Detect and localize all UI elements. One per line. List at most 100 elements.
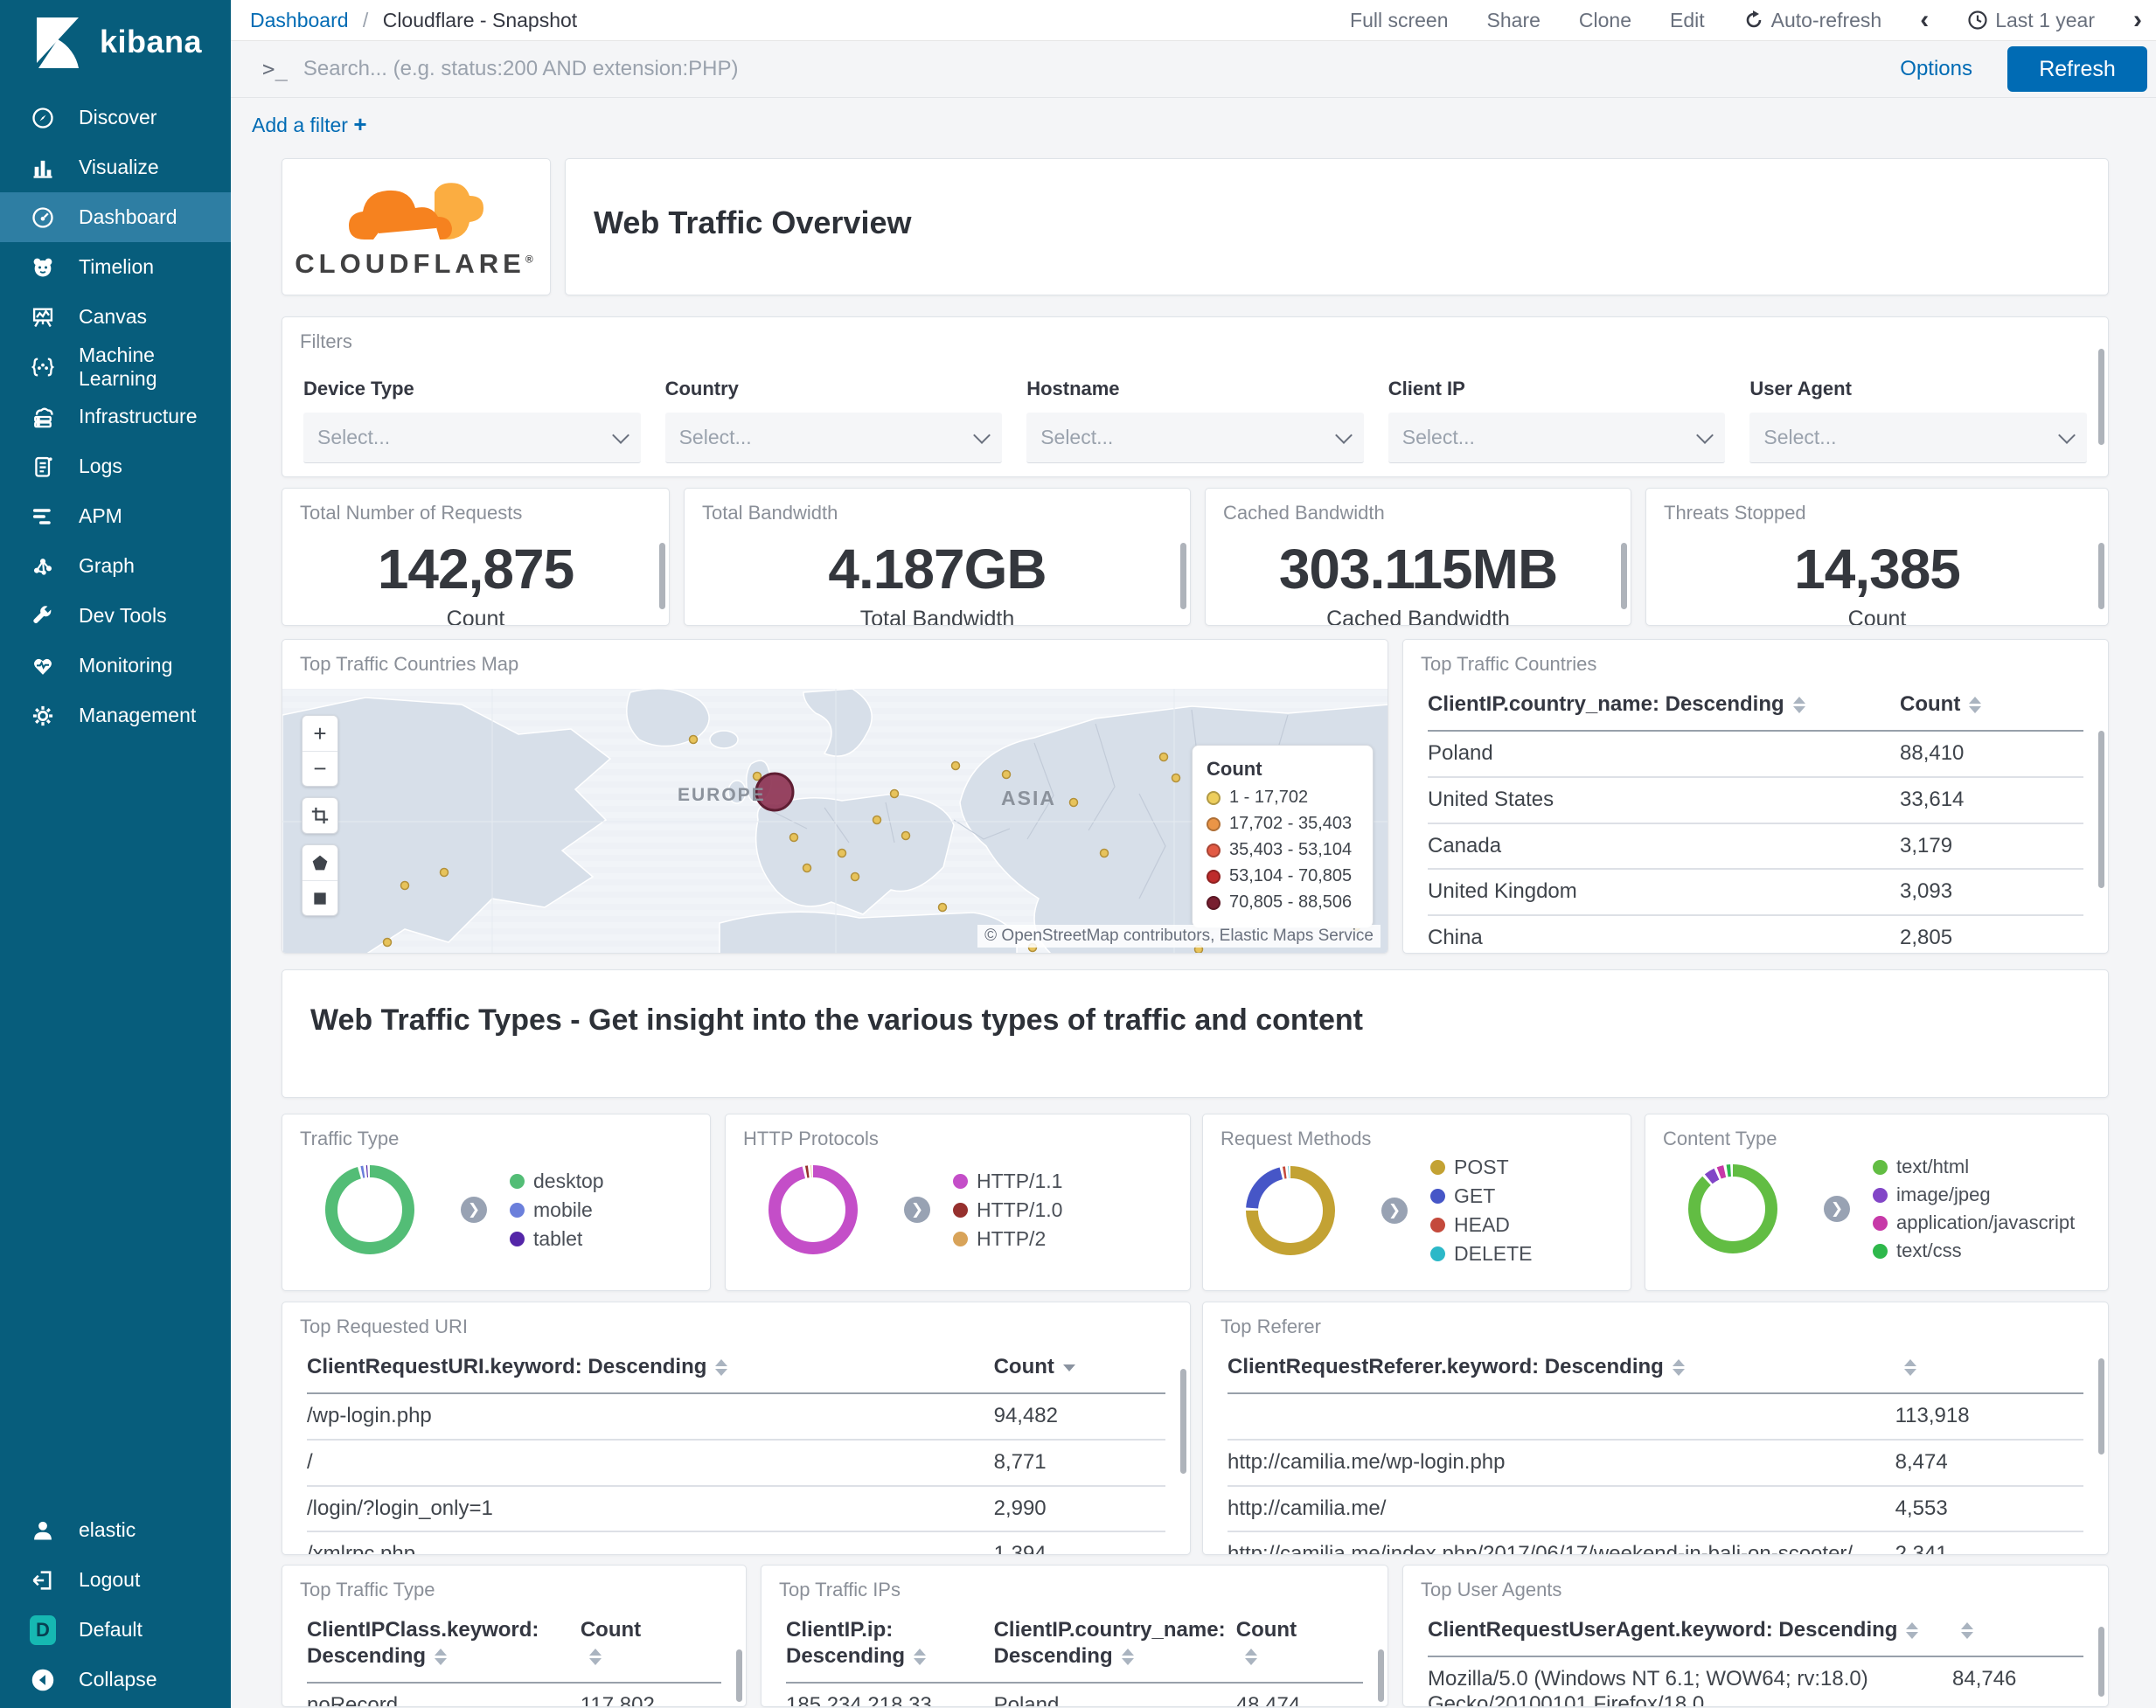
legend-item[interactable]: image/jpeg [1873,1184,2075,1206]
scrollbar-thumb[interactable] [2098,1358,2104,1455]
sidebar-item-management[interactable]: Management [0,691,231,740]
column-header[interactable]: ClientIP.country_name: Descending [993,1607,1236,1684]
filter-select[interactable]: Select... [1749,413,2087,463]
table-row[interactable]: noRecord 117,802 [307,1683,721,1706]
scrollbar-thumb[interactable] [1378,1649,1384,1702]
scrollbar-thumb[interactable] [736,1649,742,1702]
column-header[interactable] [1895,1343,2083,1394]
column-header[interactable]: Count [1235,1607,1363,1684]
column-header[interactable]: ClientIP.country_name: Descending [1428,681,1900,732]
legend-item[interactable]: tablet [510,1227,604,1251]
legend-item[interactable]: application/javascript [1873,1212,2075,1234]
draw-rectangle-icon[interactable] [303,880,337,915]
sidebar-item-apm[interactable]: APM [0,491,231,541]
sidebar-item-machine-learning[interactable]: Machine Learning [0,342,231,392]
column-header[interactable]: ClientRequestUserAgent.keyword: Descendi… [1428,1607,1952,1657]
legend-item[interactable]: POST [1430,1156,1532,1179]
column-header[interactable]: ClientIP.ip: Descending [786,1607,994,1684]
filter-select[interactable]: Select... [1387,413,1726,463]
sidebar-item-dev-tools[interactable]: Dev Tools [0,591,231,641]
auto-refresh-button[interactable]: Auto-refresh [1743,9,1881,32]
filter-select[interactable]: Select... [664,413,1003,463]
table-row[interactable]: /login/?login_only=1 2,990 [307,1485,1165,1533]
column-header[interactable]: ClientIPClass.keyword: Descending [307,1607,581,1684]
sidebar-item-space-default[interactable]: D Default [0,1605,231,1655]
column-header[interactable]: Count [993,1343,1165,1394]
legend-item[interactable]: HTTP/1.1 [953,1170,1062,1193]
scrollbar-thumb[interactable] [2098,543,2104,609]
sidebar-item-infrastructure[interactable]: Infrastructure [0,392,231,441]
sidebar-item-canvas[interactable]: Canvas [0,292,231,342]
legend-item[interactable]: text/css [1873,1239,2075,1262]
options-link[interactable]: Options [1900,57,1972,81]
fullscreen-button[interactable]: Full screen [1350,9,1448,32]
sidebar-item-logs[interactable]: Logs [0,441,231,491]
legend-toggle-icon[interactable]: ❯ [1381,1198,1408,1224]
table-row[interactable]: Canada 3,179 [1428,823,2083,871]
scrollbar-thumb[interactable] [659,543,665,609]
legend-item[interactable]: mobile [510,1198,604,1222]
legend-item[interactable]: HTTP/1.0 [953,1198,1062,1222]
table-row[interactable]: China 2,805 [1428,915,2083,953]
legend-toggle-icon[interactable]: ❯ [461,1197,487,1223]
legend-item[interactable]: text/html [1873,1156,2075,1178]
legend-item[interactable]: desktop [510,1170,604,1193]
table-row[interactable]: 113,918 [1228,1393,2083,1441]
scrollbar-thumb[interactable] [1621,543,1627,609]
clone-button[interactable]: Clone [1579,9,1631,32]
scrollbar-thumb[interactable] [2098,349,2104,445]
filter-select[interactable]: Select... [1026,413,1364,463]
legend-toggle-icon[interactable]: ❯ [904,1197,930,1223]
legend-item[interactable]: HTTP/2 [953,1227,1062,1251]
table-row[interactable]: Mozilla/5.0 (Windows NT 6.1; WOW64; rv:1… [1428,1656,2083,1706]
column-header[interactable]: Count [580,1607,721,1684]
table-row[interactable]: 185.234.218.33 Poland 48,474 [786,1683,1363,1706]
refresh-button[interactable]: Refresh [2007,46,2147,92]
column-header[interactable]: Count [1900,681,2083,732]
table-row[interactable]: Poland 88,410 [1428,731,2083,778]
table-row[interactable]: United States 33,614 [1428,776,2083,824]
scrollbar-thumb[interactable] [2098,1627,2104,1697]
table-row[interactable]: /xmlrpc.php 1,394 [307,1531,1165,1554]
table-row[interactable]: http://camilia.me/wp-login.php 8,474 [1228,1439,2083,1487]
request-methods-donut[interactable] [1238,1158,1343,1263]
legend-toggle-icon[interactable]: ❯ [1824,1196,1850,1222]
kibana-logo[interactable]: kibana [0,0,231,84]
sidebar-item-discover[interactable]: Discover [0,93,231,142]
content-type-donut[interactable] [1680,1156,1785,1261]
table-row[interactable]: http://camilia.me/ 4,553 [1228,1485,2083,1533]
add-filter-link[interactable]: Add a filter + [252,111,367,138]
http-protocols-donut[interactable] [761,1157,866,1262]
sidebar-item-collapse[interactable]: Collapse [0,1655,231,1705]
table-row[interactable]: / 8,771 [307,1439,1165,1487]
legend-item[interactable]: HEAD [1430,1213,1532,1237]
time-range-picker[interactable]: Last 1 year [1967,9,2095,32]
breadcrumb-dashboard-link[interactable]: Dashboard [250,9,349,31]
legend-item[interactable]: GET [1430,1184,1532,1208]
edit-button[interactable]: Edit [1670,9,1705,32]
sidebar-item-graph[interactable]: Graph [0,541,231,591]
scrollbar-thumb[interactable] [1180,543,1186,609]
sidebar-item-dashboard[interactable]: Dashboard [0,192,231,242]
zoom-out-button[interactable]: − [303,751,337,786]
scrollbar-thumb[interactable] [2098,731,2104,888]
filter-select[interactable]: Select... [303,413,641,463]
fit-data-bounds-icon[interactable] [303,798,337,833]
sidebar-item-user[interactable]: elastic [0,1505,231,1555]
draw-polygon-icon[interactable] [303,845,337,880]
column-header[interactable]: ClientRequestURI.keyword: Descending [307,1343,994,1394]
traffic-type-donut[interactable] [317,1157,422,1262]
sidebar-item-monitoring[interactable]: Monitoring [0,641,231,691]
scrollbar-thumb[interactable] [1180,1369,1186,1474]
table-row[interactable]: http://camilia.me/index.php/2017/06/17/w… [1228,1531,2083,1554]
share-button[interactable]: Share [1487,9,1540,32]
sidebar-item-logout[interactable]: Logout [0,1555,231,1605]
time-forward-icon[interactable]: › [2133,5,2142,35]
column-header[interactable] [1952,1607,2083,1657]
table-row[interactable]: /wp-login.php 94,482 [307,1393,1165,1441]
sidebar-item-timelion[interactable]: Timelion [0,242,231,292]
table-row[interactable]: United Kingdom 3,093 [1428,869,2083,917]
sidebar-item-visualize[interactable]: Visualize [0,142,231,192]
zoom-in-button[interactable]: + [303,716,337,751]
search-input[interactable] [303,57,1901,81]
